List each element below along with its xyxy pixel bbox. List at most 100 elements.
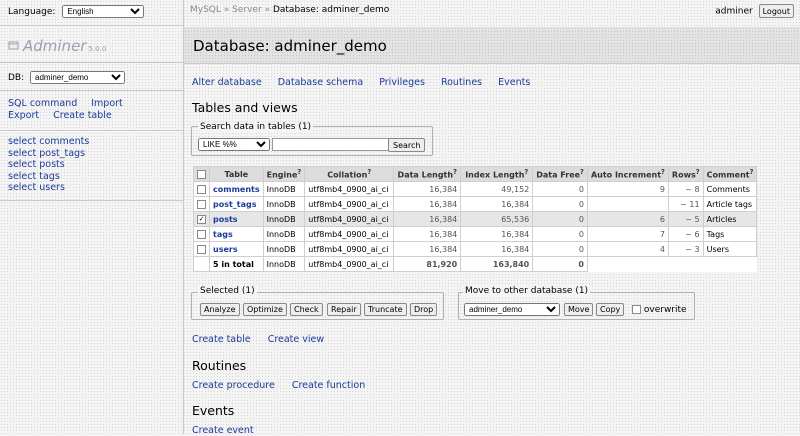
col-index-length[interactable]: Index Length? bbox=[460, 166, 534, 182]
alter-database-link[interactable]: Alter database bbox=[192, 77, 262, 88]
move-button[interactable]: Move bbox=[564, 303, 594, 316]
row-checkbox[interactable] bbox=[193, 226, 210, 242]
cell-data-length[interactable]: 16,384 bbox=[393, 241, 462, 257]
col-rows[interactable]: Rows? bbox=[667, 166, 704, 182]
create-function-link[interactable]: Create function bbox=[292, 380, 365, 391]
selected-legend: Selected (1) bbox=[198, 286, 257, 296]
cell-index-length[interactable]: 16,384 bbox=[460, 196, 534, 212]
create-event-link[interactable]: Create event bbox=[192, 425, 254, 436]
cell-rows[interactable]: ~ 8 bbox=[667, 181, 704, 197]
table-row: post_tags InnoDB utf8mb4_0900_ai_ci 16,384 1… bbox=[193, 196, 758, 212]
search-input[interactable] bbox=[272, 138, 390, 151]
cell-comment: Article tags bbox=[702, 196, 758, 212]
db-label: DB: bbox=[8, 73, 25, 83]
logout-button[interactable]: Logout bbox=[758, 4, 794, 18]
select-all-checkbox[interactable] bbox=[193, 166, 210, 182]
table-total-row: 5 in total InnoDB utf8mb4_0900_ai_ci 81,920… bbox=[193, 256, 757, 272]
row-checkbox[interactable] bbox=[193, 196, 210, 212]
page-title: Database: adminer_demo bbox=[193, 37, 387, 55]
search-legend: Search data in tables (1) bbox=[198, 122, 314, 132]
cell-index-length[interactable]: 49,152 bbox=[460, 181, 534, 197]
cell-data-length[interactable]: 16,384 bbox=[393, 196, 462, 212]
language-select[interactable]: English bbox=[62, 5, 145, 18]
table-header-row: Table Engine? Collation? Data Length? In… bbox=[193, 166, 758, 182]
cell-data-length[interactable]: 16,384 bbox=[393, 211, 462, 227]
overwrite-option[interactable]: overwrite bbox=[632, 305, 687, 315]
repair-button[interactable]: Repair bbox=[327, 303, 361, 316]
col-engine[interactable]: Engine? bbox=[262, 166, 306, 182]
create-links: Create table Create view bbox=[192, 334, 338, 345]
analyze-button[interactable]: Analyze bbox=[200, 303, 240, 316]
cell-engine: InnoDB bbox=[262, 226, 306, 242]
cell-data-free: 0 bbox=[532, 196, 588, 212]
cell-rows[interactable]: ~ 11 bbox=[667, 196, 704, 212]
routines-link[interactable]: Routines bbox=[441, 77, 482, 88]
truncate-button[interactable]: Truncate bbox=[364, 303, 407, 316]
create-procedure-link[interactable]: Create procedure bbox=[192, 380, 275, 391]
row-checkbox[interactable] bbox=[193, 241, 210, 257]
drop-button[interactable]: Drop bbox=[410, 303, 438, 316]
cell-rows[interactable]: ~ 3 bbox=[667, 241, 704, 257]
export-link[interactable]: Export bbox=[8, 110, 39, 121]
row-checkbox[interactable]: ✓ bbox=[193, 211, 210, 227]
search-button[interactable]: Search bbox=[388, 138, 426, 152]
col-comment[interactable]: Comment? bbox=[702, 166, 758, 182]
total-data-free: 0 bbox=[532, 256, 588, 272]
cell-auto-increment: 7 bbox=[586, 226, 669, 242]
cell-index-length[interactable]: 16,384 bbox=[460, 241, 534, 257]
cell-data-length[interactable]: 16,384 bbox=[393, 181, 462, 197]
optimize-button[interactable]: Optimize bbox=[243, 303, 287, 316]
database-schema-link[interactable]: Database schema bbox=[278, 77, 363, 88]
cell-data-free: 0 bbox=[532, 226, 588, 242]
cell-collation: utf8mb4_0900_ai_ci bbox=[304, 211, 395, 227]
select-tags-link[interactable]: select tags bbox=[8, 171, 89, 183]
move-db-select[interactable]: adminer_demo bbox=[464, 303, 560, 316]
create-table-main-link[interactable]: Create table bbox=[192, 334, 251, 345]
breadcrumb-mysql[interactable]: MySQL bbox=[190, 5, 221, 15]
create-view-link[interactable]: Create view bbox=[268, 334, 324, 345]
adminer-logo[interactable]: Adminer 5.0.0 bbox=[8, 37, 106, 55]
cell-collation: utf8mb4_0900_ai_ci bbox=[304, 241, 395, 257]
import-link[interactable]: Import bbox=[91, 98, 123, 109]
cell-name[interactable]: posts bbox=[209, 211, 264, 227]
cell-engine: InnoDB bbox=[262, 181, 306, 197]
col-data-free[interactable]: Data Free? bbox=[532, 166, 588, 182]
row-checkbox[interactable] bbox=[193, 181, 210, 197]
left-links: SQL command Import Export Create table bbox=[8, 98, 137, 122]
cell-data-length[interactable]: 16,384 bbox=[393, 226, 462, 242]
cell-name[interactable]: tags bbox=[209, 226, 264, 242]
privileges-link[interactable]: Privileges bbox=[379, 77, 425, 88]
cell-collation: utf8mb4_0900_ai_ci bbox=[304, 181, 395, 197]
breadcrumb-server[interactable]: Server bbox=[232, 5, 262, 15]
cell-collation: utf8mb4_0900_ai_ci bbox=[304, 196, 395, 212]
cell-rows[interactable]: ~ 5 bbox=[667, 211, 704, 227]
sql-command-link[interactable]: SQL command bbox=[8, 98, 77, 109]
cell-engine: InnoDB bbox=[262, 241, 306, 257]
routines-heading: Routines bbox=[192, 358, 247, 373]
cell-name[interactable]: post_tags bbox=[209, 196, 264, 212]
cell-name[interactable]: users bbox=[209, 241, 264, 257]
cell-name[interactable]: comments bbox=[209, 181, 264, 197]
col-auto-increment[interactable]: Auto Increment? bbox=[586, 166, 669, 182]
select-comments-link[interactable]: select comments bbox=[8, 136, 89, 148]
language-row: Language: English bbox=[8, 5, 145, 18]
overwrite-checkbox[interactable] bbox=[632, 305, 641, 314]
select-posts-link[interactable]: select posts bbox=[8, 159, 89, 171]
cell-rows[interactable]: ~ 6 bbox=[667, 226, 704, 242]
total-name: 5 in total bbox=[209, 256, 264, 272]
events-link[interactable]: Events bbox=[498, 77, 530, 88]
select-users-link[interactable]: select users bbox=[8, 182, 89, 194]
cell-index-length[interactable]: 16,384 bbox=[460, 226, 534, 242]
col-collation[interactable]: Collation? bbox=[304, 166, 395, 182]
db-select[interactable]: adminer_demo bbox=[30, 71, 126, 84]
select-post-tags-link[interactable]: select post_tags bbox=[8, 148, 89, 160]
create-table-link[interactable]: Create table bbox=[53, 110, 112, 121]
copy-button[interactable]: Copy bbox=[596, 303, 625, 316]
total-collation: utf8mb4_0900_ai_ci bbox=[304, 256, 395, 272]
search-operator-select[interactable]: LIKE %% bbox=[198, 138, 270, 151]
cell-index-length[interactable]: 65,536 bbox=[460, 211, 534, 227]
total-index-length: 163,840 bbox=[460, 256, 534, 272]
check-button[interactable]: Check bbox=[290, 303, 323, 316]
col-table[interactable]: Table bbox=[209, 166, 264, 182]
col-data-length[interactable]: Data Length? bbox=[393, 166, 462, 182]
